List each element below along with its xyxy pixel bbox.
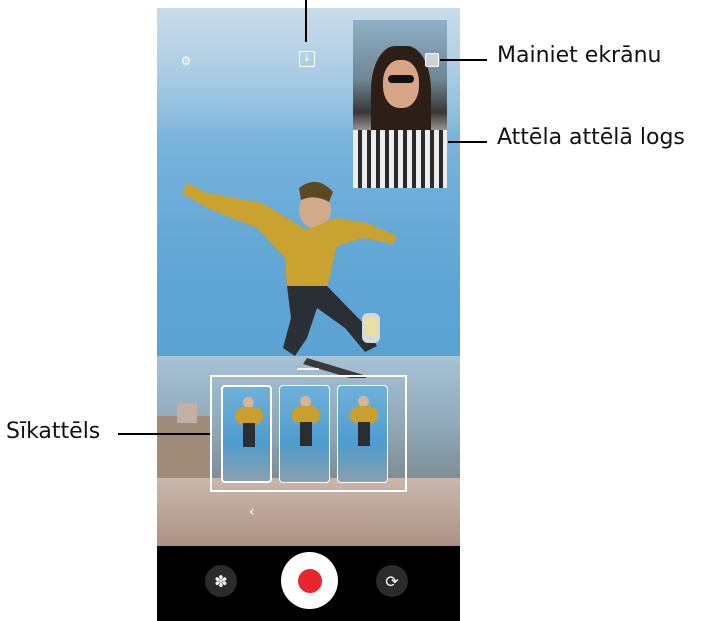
picture-in-picture-window[interactable]: [353, 20, 447, 188]
callout-line-thumbnail: [118, 433, 210, 435]
settings-icon[interactable]: ⚙: [177, 52, 195, 70]
label-pip-window: Attēla attēlā logs: [497, 125, 685, 150]
label-thumbnail: Sīkattēls: [6, 419, 101, 444]
callout-line-switch: [440, 59, 487, 61]
thumbnail-3[interactable]: [337, 385, 388, 483]
thumb-legs: [243, 423, 255, 447]
download-icon[interactable]: ↓: [299, 51, 315, 67]
thumbnail-2[interactable]: [279, 385, 330, 483]
pip-shirt: [353, 130, 447, 188]
drag-handle[interactable]: [297, 368, 319, 370]
chevron-left-icon[interactable]: ‹: [249, 504, 255, 520]
effects-icon[interactable]: ✽: [205, 565, 237, 597]
skater-image: [182, 181, 397, 378]
label-switch-screen: Mainiet ekrānu: [497, 43, 662, 68]
thumbnail-1[interactable]: [221, 385, 272, 483]
switch-camera-icon[interactable]: ⟳: [376, 565, 408, 597]
pip-face: [383, 60, 419, 108]
callout-line-pip: [448, 141, 487, 143]
sunglasses: [388, 75, 414, 83]
building-roof: [177, 403, 197, 423]
thumbnail-strip: [210, 375, 407, 492]
camera-screen: ⚙ ↓ ‹ ✽ ⟳: [157, 8, 460, 621]
swap-screen-icon[interactable]: [425, 53, 439, 67]
record-button[interactable]: [281, 552, 338, 609]
record-icon: [297, 568, 322, 593]
thumb-legs: [358, 422, 370, 446]
callout-line-save: [305, 0, 307, 42]
building: [157, 416, 212, 486]
thumb-legs: [300, 422, 312, 446]
